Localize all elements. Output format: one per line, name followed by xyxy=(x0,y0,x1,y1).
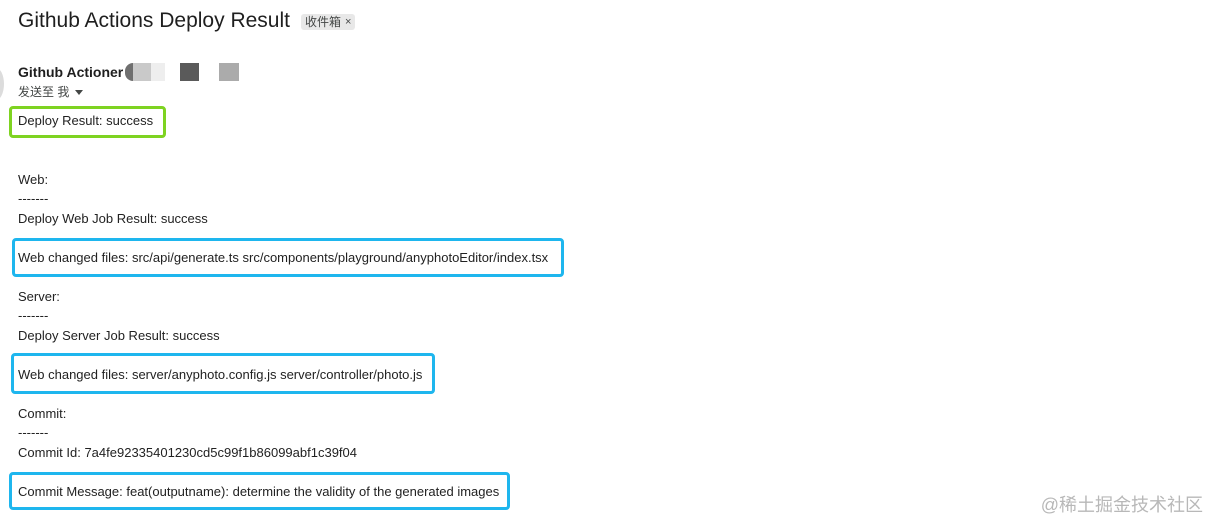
inbox-label-chip[interactable]: 收件箱 × xyxy=(300,14,356,30)
commit-separator: ------- xyxy=(18,425,49,440)
redacted-block xyxy=(165,63,176,81)
commit-heading: Commit: xyxy=(18,406,67,421)
recipient-text: 发送至 我 xyxy=(18,85,70,99)
commit-id: Commit Id: 7a4fe92335401230cd5c99f1b8609… xyxy=(18,445,357,460)
redacted-block xyxy=(219,63,240,81)
web-changed-files: Web changed files: src/api/generate.ts s… xyxy=(18,250,549,265)
watermark-text: @稀土掘金技术社区 xyxy=(1040,495,1203,515)
email-view: Github Actions Deploy Result 收件箱 × Githu… xyxy=(0,0,1209,523)
commit-message: Commit Message: feat(outputname): determ… xyxy=(18,484,500,499)
server-changed-files: Web changed files: server/anyphoto.confi… xyxy=(18,367,423,382)
web-heading: Web: xyxy=(18,172,49,187)
server-job-result: Deploy Server Job Result: success xyxy=(18,328,220,343)
redacted-block xyxy=(151,63,166,81)
avatar[interactable] xyxy=(0,68,4,100)
server-heading: Server: xyxy=(18,289,60,304)
recipient-details-toggle[interactable]: 发送至 我 xyxy=(18,84,84,100)
deploy-result-text: Deploy Result: success xyxy=(18,113,154,128)
redacted-block xyxy=(199,63,220,81)
server-separator: ------- xyxy=(18,308,49,323)
sender-row: Github Actioner xyxy=(18,62,240,82)
inbox-label-text: 收件箱 xyxy=(304,15,341,29)
redacted-block xyxy=(133,63,152,81)
chevron-down-icon[interactable] xyxy=(75,89,84,95)
sender-name[interactable]: Github Actioner xyxy=(18,62,123,82)
web-separator: ------- xyxy=(18,191,49,206)
remove-label-icon[interactable]: × xyxy=(345,14,351,30)
email-subject: Github Actions Deploy Result xyxy=(18,9,290,32)
subject-row: Github Actions Deploy Result 收件箱 × xyxy=(18,7,356,35)
redacted-block xyxy=(180,63,200,81)
redacted-sender-email xyxy=(125,63,134,81)
web-job-result: Deploy Web Job Result: success xyxy=(18,211,208,226)
